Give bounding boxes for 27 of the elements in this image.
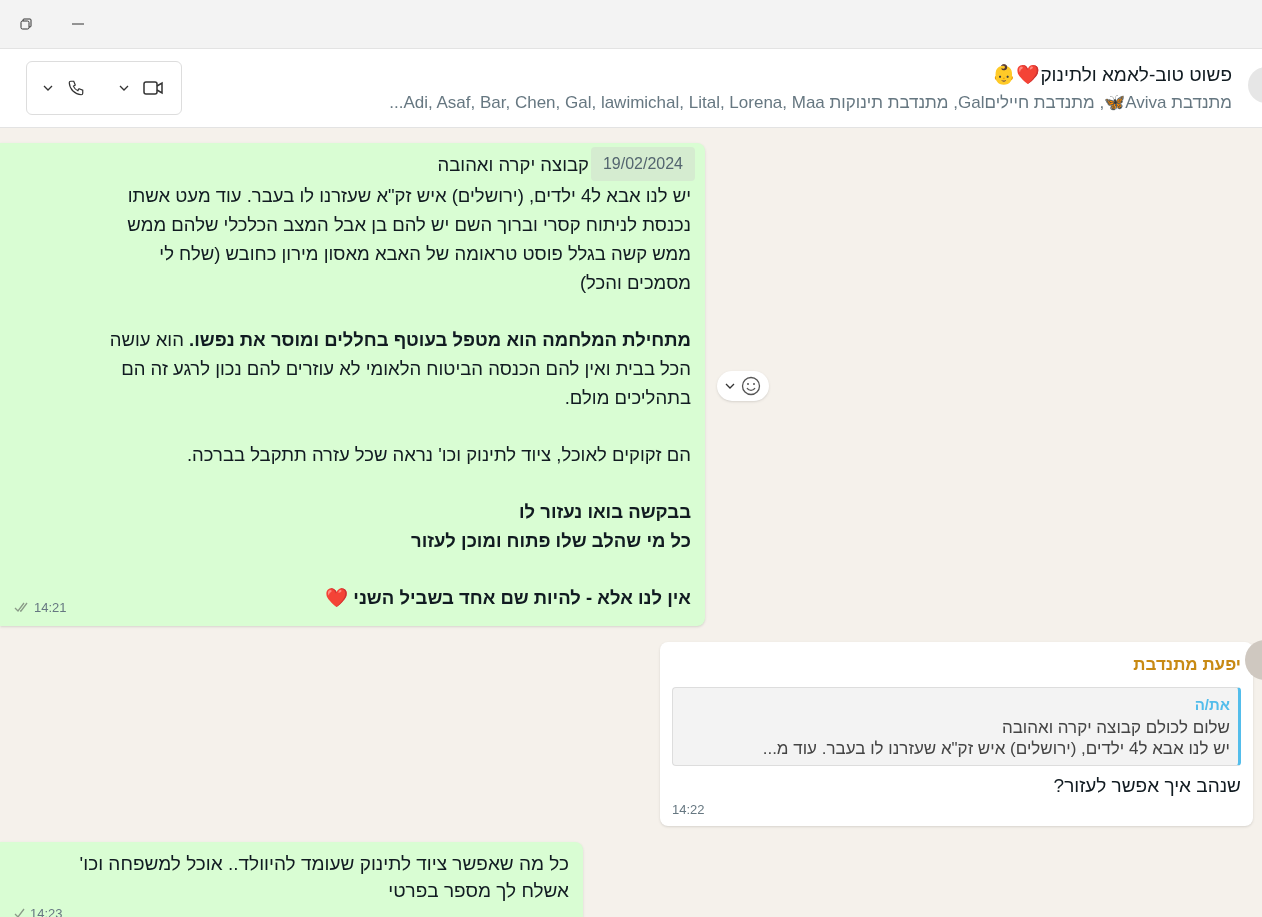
message-text: כל מה שאפשר ציוד לתינוק שעומד להיוולד.. אוכל למשפחה וכו' אשלח לך מספר בפרטי xyxy=(79,851,569,903)
message-text: בבקשה בואו נעזור לו כל מי שהלב שלו פתוח ומוכן לעזור xyxy=(411,500,691,553)
message-text: אין לנו אלא - להיות שם אחד בשביל השני ❤ xyxy=(325,586,691,610)
group-members: מתנדבת Aviva🦋, מתנדבת חייליםGal, מתנדבת תינוקות Adi, Asaf, Bar, Chen, Gal, lawimichal, Lital, Lorena, Maa... xyxy=(389,91,1232,114)
caret-icon xyxy=(43,85,53,91)
caret-icon xyxy=(725,383,735,389)
message-time: 14:22 xyxy=(672,801,705,819)
message-text: יש לנו אבא ל4 ילדים, (ירושלים) איש זק"א שעזרנו לו בעבר. עוד מעט אשתו נכנסת לניתוח קסרי וברוך השם יש להם בן אבל המצב הכלכלי שלהם ממש ממש קשה בגלל פוסט טראומה של האבא מאסון מירון כחובש (שלח לי מסמכים והכל) xyxy=(127,184,691,295)
quoted-message[interactable]: את/ה שלום לכולם קבוצה יקרה ואהובה יש לנו אבא ל4 ילדים, (ירושלים) איש זק"א שעזרנו לו בעבר. עוד מ... xyxy=(672,687,1241,766)
group-title[interactable]: פשוט טוב-לאמא ולתינוק❤👶 xyxy=(992,61,1232,90)
phone-icon xyxy=(67,79,85,97)
message-time: 14:21 xyxy=(34,599,67,617)
message-time: 14:23 xyxy=(30,904,63,917)
message-text: מתחילת המלחמה הוא מטפל בעוטף בחללים ומוסר את נפשו. הוא עושה הכל בבית ואין להם הכנסה הביטוח הלאומי לא עוזרים להם נכון לרגע זה הם בתהליכים מולם. xyxy=(109,328,691,410)
date-badge: 19/02/2024 xyxy=(590,147,695,181)
quote-text: שלום לכולם קבוצה יקרה ואהובה xyxy=(1000,716,1230,738)
video-camera-icon xyxy=(143,81,163,95)
reaction-button[interactable] xyxy=(717,371,769,401)
message-text: קבוצה יקרה ואהובה xyxy=(437,152,589,177)
restore-icon[interactable] xyxy=(20,18,32,30)
caret-icon xyxy=(119,85,129,91)
smiley-icon xyxy=(741,376,761,396)
quote-sender: את/ה xyxy=(1193,695,1230,715)
quote-text: יש לנו אבא ל4 ילדים, (ירושלים) איש זק"א שעזרנו לו בעבר. עוד מ... xyxy=(761,737,1230,759)
message-text: שנהב איך אפשר לעזור? xyxy=(1053,773,1241,798)
message-text: הם זקוקים לאוכל, ציוד לתינוק וכו' נראה שכל עזרה תתקבל בברכה. xyxy=(186,443,691,467)
sender-name: יפעת מתנדבת xyxy=(1132,653,1241,676)
